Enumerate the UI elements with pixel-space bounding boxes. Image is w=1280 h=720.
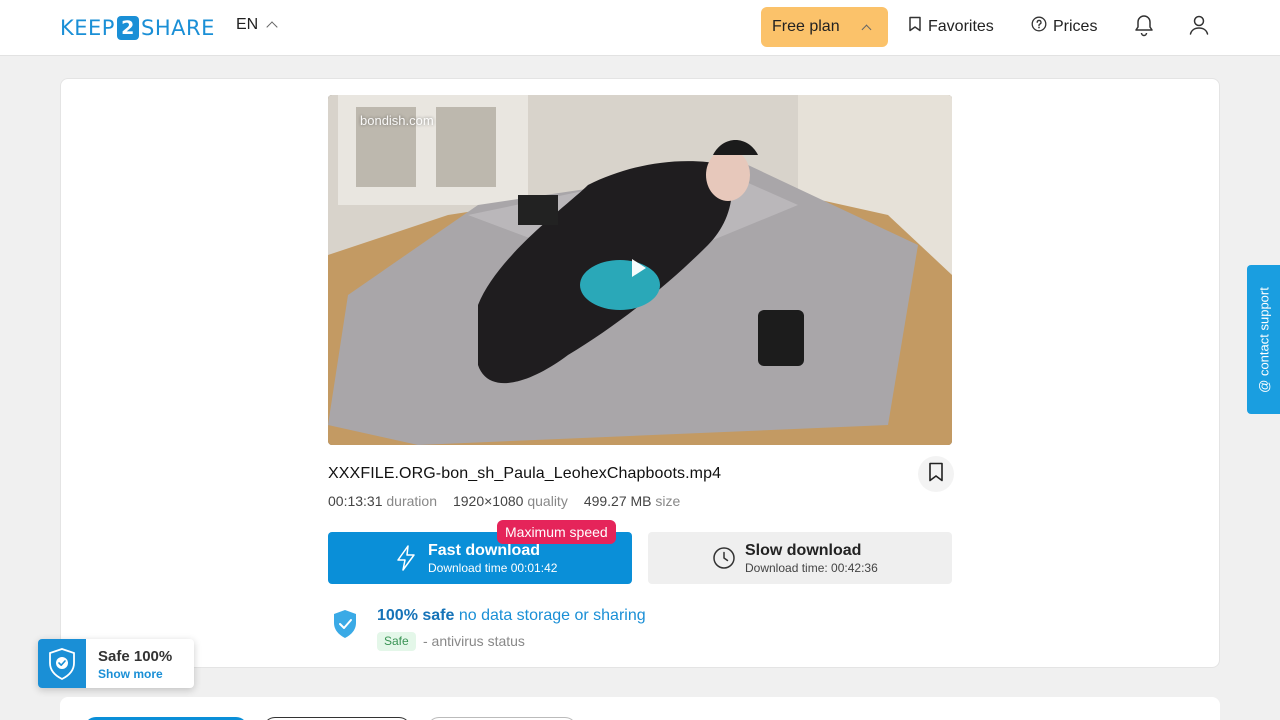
safety-title: 100% safe no data storage or sharing (377, 607, 646, 625)
antivirus-safe-badge: Safe (377, 632, 416, 651)
logo-text-share: SHARE (140, 16, 215, 40)
safety-title-rest: no data storage or sharing (454, 607, 646, 624)
safe-widget-title: Safe 100% (98, 648, 173, 665)
duration-value: 00:13:31 (328, 493, 383, 509)
bookmark-icon (908, 16, 922, 37)
slow-download-time: Download time: 00:42:36 (745, 561, 878, 575)
help-circle-icon (1031, 16, 1047, 37)
size-meta: 499.27 MB size (584, 493, 681, 509)
user-icon (1188, 13, 1210, 42)
antivirus-status-text: - antivirus status (423, 633, 525, 649)
account-button[interactable] (1187, 14, 1211, 40)
chevron-up-icon (266, 21, 278, 33)
prices-link[interactable]: Prices (1031, 16, 1097, 37)
maximum-speed-badge: Maximum speed (497, 520, 616, 544)
lightning-icon (396, 545, 416, 576)
chevron-up-icon (861, 24, 872, 34)
notifications-button[interactable] (1132, 14, 1156, 40)
size-label: size (655, 493, 681, 509)
slow-download-button[interactable]: Slow download Download time: 00:42:36 (648, 532, 952, 584)
prices-label: Prices (1053, 17, 1098, 35)
duration-meta: 00:13:31 duration (328, 493, 437, 509)
safe-100-widget[interactable]: Safe 100% Show more (38, 639, 194, 688)
free-plan-button[interactable]: Free plan (761, 7, 888, 47)
size-value: 499.27 MB (583, 493, 652, 509)
duration-label: duration (386, 493, 437, 509)
keep2share-logo[interactable]: KEEP 2 SHARE (60, 14, 215, 42)
top-header: KEEP 2 SHARE EN Free plan Favorites Pric… (0, 0, 1280, 56)
contact-support-tab[interactable]: @ contact support (1247, 265, 1280, 414)
bookmark-icon (928, 462, 944, 487)
shield-check-icon (332, 609, 358, 644)
favorites-link[interactable]: Favorites (908, 16, 994, 37)
quality-value: 1920×1080 (452, 493, 524, 509)
favorites-label: Favorites (928, 17, 994, 35)
language-selector[interactable]: EN (236, 16, 278, 34)
logo-text-2: 2 (116, 16, 139, 40)
bell-icon (1133, 13, 1155, 42)
fast-download-title: Fast download (428, 542, 540, 559)
logo-text-keep: KEEP (60, 16, 115, 40)
quality-label: quality (527, 493, 568, 509)
show-more-link[interactable]: Show more (98, 667, 163, 681)
shield-check-icon (38, 639, 86, 688)
language-label: EN (236, 16, 259, 33)
play-icon[interactable] (632, 259, 646, 277)
slow-download-title: Slow download (745, 542, 862, 559)
file-meta: 00:13:31 duration 1920×1080 quality 499.… (328, 493, 680, 509)
quality-meta: 1920×1080 quality (453, 493, 568, 509)
safety-title-bold: 100% safe (377, 607, 455, 624)
file-name: XXXFILE.ORG-bon_sh_Paula_LeohexChapboots… (328, 465, 722, 482)
video-preview[interactable]: bondish.com (328, 95, 952, 445)
contact-support-label: @ contact support (1256, 286, 1271, 393)
fast-download-time: Download time 00:01:42 (428, 561, 558, 575)
video-watermark: bondish.com (360, 113, 434, 128)
free-plan-label: Free plan (772, 18, 840, 35)
clock-icon (712, 546, 736, 575)
add-to-favorites-button[interactable] (918, 456, 954, 492)
